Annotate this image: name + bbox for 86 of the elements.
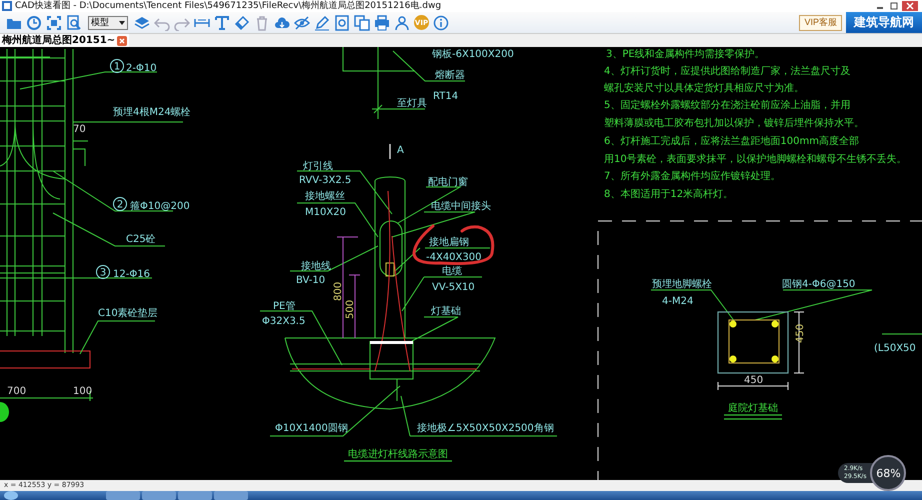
section-mark xyxy=(389,144,391,159)
annotation-label: 钢板-6X100X200 xyxy=(432,49,514,60)
annotation-label: 接地线 xyxy=(301,261,331,272)
document-tab[interactable]: 梅州航道局总图20151~ xyxy=(0,34,130,47)
foundation-plan-drawing xyxy=(717,311,789,374)
dimension-text: 100 xyxy=(73,386,92,397)
drawing-title: 庭院灯基础 xyxy=(728,403,778,414)
drawing-title: 电缆进灯杆线路示意图 xyxy=(348,449,448,460)
annotation-label: 电缆 xyxy=(442,266,462,277)
annotation-label: 电缆中间接头 xyxy=(431,201,491,212)
annotation-label: 12-Φ16 xyxy=(113,269,150,280)
window-title: CAD快速看图 - D:\Documents\Tencent Files\549671235\FileRecv\梅州航道局总图20151216电.dwg xyxy=(15,0,442,12)
callout-marker: 3 xyxy=(96,265,110,279)
leader-line xyxy=(412,316,458,342)
dimension-line xyxy=(794,312,804,374)
note-line: 7、所有外露金属构件均应作镀锌处理。 xyxy=(604,171,780,182)
dimension-text: 450 xyxy=(744,375,764,386)
annotation-label: Φ32X3.5 xyxy=(262,316,306,327)
note-line: 塑料薄膜或电工胶布包扎加以保护，镀锌后埋件保持水平。 xyxy=(604,118,864,129)
pen-icon[interactable] xyxy=(314,14,330,30)
annotation-label: 预埋地脚螺栓 xyxy=(652,279,712,290)
annotation-label: RVV-3X2.5 xyxy=(299,175,352,186)
annotation-label: 圆钢4-Φ6@150 xyxy=(782,279,856,290)
title-underline xyxy=(724,414,782,420)
trash-icon[interactable] xyxy=(254,14,270,30)
annotation-label: RT14 xyxy=(433,91,458,102)
annotation-label: 4-M24 xyxy=(662,296,694,307)
copy-icon[interactable] xyxy=(354,14,370,30)
annotation-label: A xyxy=(397,145,404,156)
close-icon[interactable] xyxy=(117,36,128,46)
view-select[interactable]: 模型 xyxy=(88,16,128,30)
layers-icon[interactable] xyxy=(134,14,150,30)
fit-view-icon[interactable] xyxy=(46,14,62,30)
user-icon[interactable] xyxy=(394,14,410,30)
annotation-label: PE管 xyxy=(273,301,296,312)
dimension-text: 500 xyxy=(345,300,356,319)
zoom-window-icon[interactable] xyxy=(66,14,82,30)
annotation-label: C10素砼垫层 xyxy=(98,308,158,319)
history-icon[interactable] xyxy=(26,14,42,30)
note-line: 5、固定螺栓外露螺纹部分在浇注砼前应涂上油脂，并用 xyxy=(604,100,850,111)
annotation-label: 接地极∠5X50X50X2500角钢 xyxy=(417,423,554,434)
dimension-line xyxy=(718,382,788,390)
annotation-label: C25砼 xyxy=(126,234,156,245)
annotation-label: 接地螺丝 xyxy=(305,191,345,202)
cloud-icon[interactable] xyxy=(274,14,290,30)
start-button[interactable] xyxy=(4,491,18,500)
text-icon[interactable] xyxy=(214,14,230,30)
annotation-label: VV-5X10 xyxy=(432,282,475,293)
leader-line xyxy=(372,108,426,110)
note-line: 4、灯杆订货时，应提供此图给制造厂家，法兰盘尺寸及 xyxy=(604,66,850,77)
note-line: 8、本图适用于12米高杆灯。 xyxy=(604,189,734,200)
callout-marker: 2 xyxy=(113,197,127,211)
dimension-text: 700 xyxy=(7,386,26,397)
annotation-label: 熔断器 xyxy=(435,70,465,81)
callout-marker: 1 xyxy=(110,59,124,73)
annotation-label: 接地扁钢 xyxy=(429,237,469,248)
print-preview-icon[interactable] xyxy=(334,14,350,30)
brand-banner[interactable]: 建筑导航网 xyxy=(846,12,922,33)
note-line: 用10号素砼，表面要求抹平，以保护地脚螺栓和螺母不生锈不丢失。 xyxy=(604,154,907,165)
dimension-text: 450 xyxy=(795,324,806,343)
vip-service-button[interactable]: VIP客服 xyxy=(799,14,842,30)
close-icon[interactable] xyxy=(902,1,918,11)
print-icon[interactable] xyxy=(374,14,390,30)
annotation-label: 至灯具 xyxy=(397,98,427,109)
annotation-label: 灯引线 xyxy=(303,161,333,172)
annotation-label: 箍Φ10@200 xyxy=(130,201,190,212)
annotation-label: 预埋4根M24螺栓 xyxy=(113,107,191,118)
note-line: 6、灯杆施工完成后，应将法兰盘距地面100mm高度全部 xyxy=(604,136,859,147)
annotation-label: -4X40X300 xyxy=(426,252,482,263)
eraser-icon[interactable] xyxy=(234,14,250,30)
caret-icon xyxy=(119,20,125,24)
note-line: 3、PE线和金属构件均需接零保护。 xyxy=(606,49,765,60)
eye-icon[interactable] xyxy=(294,14,310,30)
dimension-text: 70 xyxy=(73,124,86,135)
maximize-icon[interactable] xyxy=(888,1,900,11)
leader-line xyxy=(398,186,462,224)
annotation-label: M10X20 xyxy=(305,207,346,218)
annotation-label: 灯基础 xyxy=(431,306,461,317)
annotation-label: 配电门窗 xyxy=(428,177,468,188)
annotation-label: 2-Φ10 xyxy=(126,63,157,74)
annotation-label: Φ10X1400圆钢 xyxy=(275,423,348,434)
dimension-text: 800 xyxy=(333,282,344,301)
annotation-label: (L50X50 xyxy=(874,343,916,354)
annotation-label: BV-10 xyxy=(296,275,326,286)
note-line: 螺孔安装尺寸以具体定货灯具相应尺寸为准。 xyxy=(604,83,804,94)
info-icon[interactable] xyxy=(433,14,449,30)
